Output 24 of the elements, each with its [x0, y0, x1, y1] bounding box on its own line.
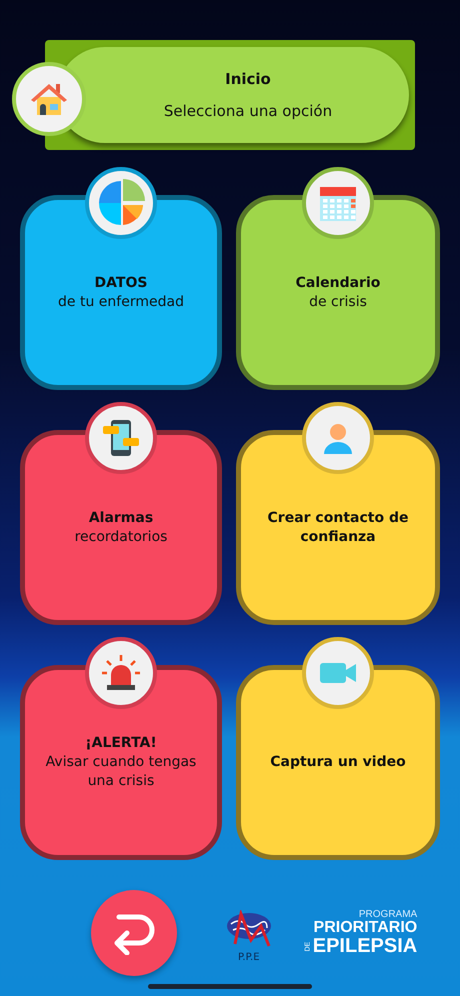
menu-card[interactable]: Calendario de crisis — [236, 195, 440, 390]
menu-card[interactable]: Crear contacto de confianza — [236, 430, 440, 625]
header-title: Inicio — [225, 70, 271, 88]
brand-caption: P.P.E — [238, 952, 260, 962]
card-subtitle: de tu enfermedad — [58, 292, 184, 312]
menu-card[interactable]: DATOS de tu enfermedad — [20, 195, 222, 390]
card-subtitle: recordatorios — [74, 528, 168, 546]
back-button[interactable] — [90, 890, 177, 976]
menu-card[interactable]: Alarmas recordatorios — [20, 430, 222, 625]
card-subtitle: Avisar cuando tengas una crisis — [44, 753, 198, 791]
program-label: PRIORITARIO — [314, 920, 418, 936]
menu-card[interactable]: Captura un video — [236, 665, 440, 860]
program-label: PROGRAMA — [358, 910, 418, 920]
program-label: EPILEPSIA — [312, 936, 418, 956]
card-title: Crear contacto de confianza — [266, 508, 410, 546]
card-title: Captura un video — [270, 753, 406, 772]
card-title: DATOS — [94, 274, 148, 292]
card-subtitle: de crisis — [309, 292, 367, 312]
header-subtitle: Selecciona una opción — [164, 102, 332, 120]
menu-card[interactable]: ¡ALERTA! Avisar cuando tengas una crisis — [20, 665, 222, 860]
card-title: Alarmas — [88, 508, 154, 528]
card-title: ¡ALERTA! — [85, 734, 157, 753]
card-title: Calendario — [296, 274, 380, 292]
pie-chart-icon — [97, 179, 145, 227]
